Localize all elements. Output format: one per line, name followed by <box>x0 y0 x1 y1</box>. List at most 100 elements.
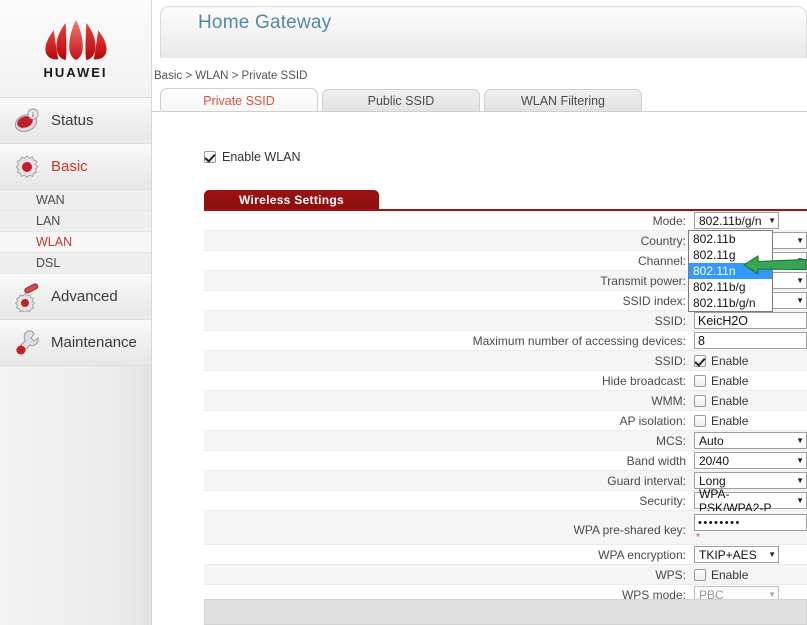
brand-name: HUAWEI <box>43 65 108 80</box>
page-title: Home Gateway <box>198 12 332 33</box>
mode-option-label: 802.11b/g/n <box>693 296 756 310</box>
tab-bar: Private SSID Public SSID WLAN Filtering <box>160 88 646 112</box>
label-country: Country: <box>640 233 686 248</box>
max-devices-input-value: 8 <box>698 333 705 348</box>
form-row-mcs: MCS: Auto ▼ <box>204 431 807 451</box>
sidebar-subitem-wlan[interactable]: WLAN <box>0 232 151 253</box>
enable-wlan-checkbox[interactable] <box>204 151 216 163</box>
mode-option-802-11bgn[interactable]: 802.11b/g/n <box>689 295 772 311</box>
tab-label: WLAN Filtering <box>520 94 606 108</box>
sidebar: HUAWEI i Status Basic WAN LAN WLAN DSL A… <box>0 0 152 625</box>
sidebar-subitem-lan[interactable]: LAN <box>0 211 151 232</box>
mcs-select[interactable]: Auto ▼ <box>694 432 807 449</box>
sidebar-subitem-dsl[interactable]: DSL <box>0 253 151 274</box>
form-row-band-width: Band width 20/40 ▼ <box>204 451 807 471</box>
mode-select-value: 802.11b/g/n <box>699 213 762 228</box>
sidebar-subitem-wan[interactable]: WAN <box>0 190 151 211</box>
label-ssid: SSID: <box>654 313 686 328</box>
svg-text:i: i <box>32 111 34 119</box>
mcs-select-value: Auto <box>699 433 724 448</box>
chevron-down-icon: ▼ <box>796 456 804 465</box>
label-ssid-enable: SSID: <box>654 353 686 368</box>
enable-wlan-label: Enable WLAN <box>222 150 301 164</box>
label-max-devices: Maximum number of accessing devices: <box>472 333 686 348</box>
mode-option-802-11bg[interactable]: 802.11b/g <box>689 279 772 295</box>
form-row-ssid-enable: SSID: Enable <box>204 351 807 371</box>
content-area: Enable WLAN Wireless Settings Mode: 802.… <box>152 112 807 625</box>
chevron-down-icon: ▼ <box>796 256 804 265</box>
hide-broadcast-checkbox[interactable] <box>694 374 706 387</box>
wmm-enable-label: Enable <box>711 393 749 408</box>
ssid-input[interactable]: KeicH2O <box>694 312 807 329</box>
gear-icon <box>15 154 39 178</box>
sidebar-item-label: Maintenance <box>51 334 137 351</box>
mode-option-802-11n[interactable]: 802.11n <box>689 263 772 279</box>
sidebar-item-maintenance[interactable]: Maintenance <box>0 320 151 366</box>
sidebar-item-label: Basic <box>51 158 88 175</box>
ssid-input-value: KeicH2O <box>698 313 749 328</box>
ap-isolation-checkbox[interactable] <box>694 414 706 427</box>
tab-private-ssid[interactable]: Private SSID <box>160 88 318 112</box>
chevron-down-icon: ▼ <box>768 590 776 599</box>
form-row-security: Security: WPA-PSK/WPA2-P ▼ <box>204 487 807 515</box>
sidebar-subitem-label: LAN <box>36 214 61 228</box>
form-row-ssid: SSID: KeicH2O <box>204 311 807 331</box>
sidebar-item-advanced[interactable]: Advanced <box>0 274 151 320</box>
mode-dropdown-list[interactable]: 802.11b 802.11g 802.11n 802.11b/g 802.11… <box>688 230 773 312</box>
wps-checkbox[interactable] <box>694 568 706 581</box>
hide-broadcast-enable-label: Enable <box>711 373 749 388</box>
chevron-down-icon: ▼ <box>796 496 804 505</box>
label-band-width: Band width <box>626 453 686 468</box>
form-row-wpa-key: WPA pre-shared key: •••••••• * <box>204 511 807 545</box>
form-row-max-devices: Maximum number of accessing devices: 8 <box>204 331 807 351</box>
ap-isolation-enable-label: Enable <box>711 413 749 428</box>
tab-label: Private SSID <box>203 93 275 108</box>
required-marker: * <box>696 532 700 543</box>
wps-enable-label: Enable <box>711 567 749 582</box>
tab-label: Public SSID <box>367 94 435 108</box>
form-row-mode: Mode: 802.11b/g/n ▼ <box>204 211 807 231</box>
label-wmm: WMM: <box>651 393 686 408</box>
section-header-wireless-settings: Wireless Settings <box>204 190 379 209</box>
label-transmit-power: Transmit power: <box>600 273 686 288</box>
advanced-gear-icon <box>15 282 39 312</box>
header: Home Gateway <box>152 0 807 68</box>
band-width-select[interactable]: 20/40 ▼ <box>694 452 807 469</box>
router-admin-page: HUAWEI i Status Basic WAN LAN WLAN DSL A… <box>0 0 807 625</box>
tab-wlan-filtering[interactable]: WLAN Filtering <box>484 89 642 112</box>
section-title: Wireless Settings <box>238 192 345 207</box>
brand-logo-area: HUAWEI <box>0 0 151 98</box>
chevron-down-icon: ▼ <box>768 550 776 559</box>
sidebar-item-status[interactable]: i Status <box>0 98 151 144</box>
mode-option-802-11b[interactable]: 802.11b <box>689 231 772 247</box>
chevron-down-icon: ▼ <box>796 276 804 285</box>
mode-option-label: 802.11b <box>693 232 736 246</box>
mode-select[interactable]: 802.11b/g/n ▼ <box>694 212 779 229</box>
label-guard-interval: Guard interval: <box>607 473 686 488</box>
label-ssid-index: SSID index: <box>622 293 686 308</box>
breadcrumb: Basic > WLAN > Private SSID <box>154 70 308 82</box>
label-hide-broadcast: Hide broadcast: <box>601 373 686 388</box>
guard-interval-select-value: Long <box>699 473 726 488</box>
mode-option-label: 802.11n <box>693 264 736 278</box>
label-security: Security: <box>639 493 686 508</box>
mode-option-802-11g[interactable]: 802.11g <box>689 247 772 263</box>
wmm-checkbox[interactable] <box>694 394 706 407</box>
tab-public-ssid[interactable]: Public SSID <box>322 89 480 112</box>
sidebar-item-label: Status <box>51 112 94 129</box>
wpa-key-input[interactable]: •••••••• <box>694 514 807 531</box>
max-devices-input[interactable]: 8 <box>694 332 807 349</box>
wpa-encryption-select-value: TKIP+AES <box>699 547 757 562</box>
enable-wlan-row: Enable WLAN <box>204 150 301 164</box>
form-row-wpa-encryption: WPA encryption: TKIP+AES ▼ <box>204 545 807 565</box>
sidebar-subitem-label: WLAN <box>36 235 73 249</box>
sidebar-item-basic[interactable]: Basic <box>0 144 151 190</box>
ssid-enable-checkbox[interactable] <box>694 354 706 367</box>
label-wpa-encryption: WPA encryption: <box>598 547 686 562</box>
chevron-down-icon: ▼ <box>768 216 776 225</box>
security-select[interactable]: WPA-PSK/WPA2-P ▼ <box>694 487 807 515</box>
form-row-ap-isolation: AP isolation: Enable <box>204 411 807 431</box>
wpa-encryption-select[interactable]: TKIP+AES ▼ <box>694 546 779 563</box>
form-row-wmm: WMM: Enable <box>204 391 807 411</box>
huawei-flower-logo <box>44 20 107 60</box>
